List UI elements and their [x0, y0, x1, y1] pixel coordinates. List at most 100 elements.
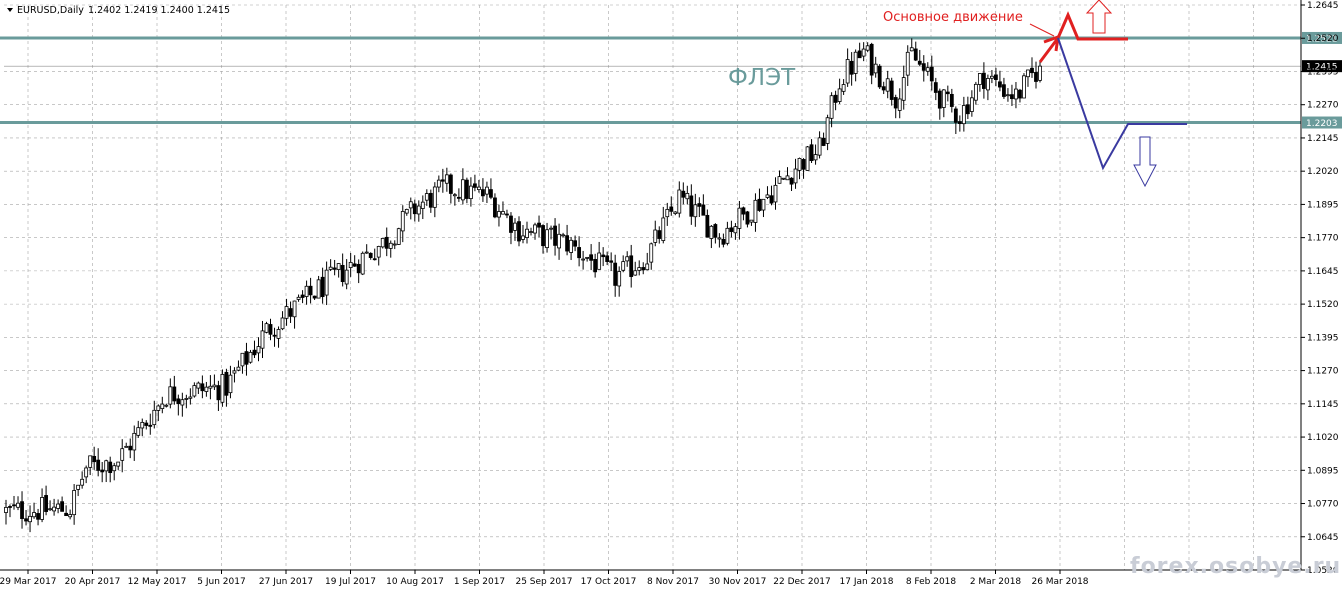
candle-body — [452, 194, 457, 197]
candle-body — [404, 209, 409, 214]
candle-body — [276, 329, 281, 339]
candle-body — [192, 385, 197, 397]
candle-body — [1026, 69, 1030, 78]
y-tick-label: 1.1395 — [1307, 333, 1339, 343]
candle-body — [877, 65, 882, 88]
candle-body — [701, 204, 706, 216]
candle-body — [497, 211, 501, 218]
watermark: forex.osobye.ru — [1130, 554, 1341, 579]
candle-body — [641, 267, 646, 271]
candle-body — [272, 334, 277, 337]
candle-body — [232, 370, 237, 374]
candle-body — [937, 90, 942, 109]
candle-body — [889, 80, 894, 100]
y-tick-label: 1.0770 — [1307, 500, 1339, 510]
candle-body — [557, 233, 561, 249]
x-tick-label: 25 Sep 2017 — [515, 577, 572, 587]
candle-body — [444, 174, 449, 184]
candle-body — [741, 207, 746, 215]
candle-body — [693, 204, 698, 218]
candle-body — [769, 195, 774, 204]
candle-body — [236, 366, 241, 371]
candle-body — [228, 374, 233, 394]
candle-body — [376, 246, 381, 258]
candle-body — [509, 215, 513, 233]
candle-body — [561, 234, 565, 237]
candle-body — [577, 247, 582, 259]
candle-body — [677, 189, 682, 214]
candle-body — [917, 60, 922, 65]
x-tick-label: 5 Jun 2017 — [197, 577, 245, 587]
candle-body — [553, 225, 557, 246]
candle-body — [244, 351, 249, 365]
candle-body — [296, 296, 301, 300]
candle-body — [657, 230, 662, 239]
candle-body — [597, 252, 602, 270]
candle-body — [869, 43, 874, 76]
price-chart[interactable]: 1.25211.22031.2415 1.26451.25201.23951.2… — [0, 0, 1344, 593]
candle-body — [777, 176, 782, 184]
candle-body — [897, 98, 902, 111]
candle-body — [633, 270, 638, 276]
candle-body — [737, 207, 742, 229]
candle-body — [8, 506, 12, 508]
candle-body — [288, 308, 293, 317]
candle-body — [949, 93, 954, 107]
candle-body — [933, 82, 938, 93]
x-tick-label: 29 Mar 2017 — [0, 577, 57, 587]
candle-body — [749, 219, 754, 223]
candle-body — [1038, 65, 1042, 81]
candle-body — [585, 256, 590, 259]
candle-body — [52, 506, 56, 512]
candle-body — [48, 508, 52, 511]
candle-body — [344, 269, 349, 285]
candle-body — [132, 432, 137, 451]
x-tick-label: 10 Aug 2017 — [386, 577, 444, 587]
candle-body — [224, 371, 229, 396]
candle-body — [893, 97, 898, 109]
candle-body — [857, 50, 862, 59]
candle-body — [260, 330, 265, 349]
candle-body — [68, 514, 73, 518]
candle-body — [473, 183, 477, 188]
candle-body — [841, 84, 846, 92]
candle-body — [44, 495, 48, 512]
candle-body — [372, 258, 377, 261]
candle-body — [348, 261, 353, 268]
candle-body — [953, 108, 958, 123]
candle-body — [28, 515, 32, 523]
candle-body — [304, 285, 309, 297]
y-tick-label: 1.1145 — [1307, 400, 1339, 410]
candle-body — [144, 422, 149, 426]
candle-body — [489, 189, 493, 198]
candle-body — [925, 67, 930, 72]
candle-body — [729, 227, 734, 232]
candle-body — [248, 351, 253, 363]
candle-body — [885, 78, 890, 92]
candle-body — [765, 194, 770, 198]
candle-body — [513, 222, 517, 231]
candle-body — [88, 455, 93, 468]
candle-body — [569, 239, 573, 253]
candle-body — [481, 189, 485, 197]
candle-body — [116, 461, 121, 467]
candle-body — [501, 211, 505, 215]
candle-body — [673, 211, 678, 214]
y-tick-label: 1.1270 — [1307, 367, 1339, 377]
candle-body — [316, 279, 321, 299]
y-tick-label: 1.2270 — [1307, 101, 1339, 111]
candle-body — [468, 185, 473, 200]
candle-body — [4, 506, 8, 513]
candle-body — [408, 201, 413, 209]
candle-body — [24, 518, 28, 522]
candle-body — [785, 175, 790, 181]
candle-body — [300, 294, 305, 298]
candle-body — [164, 404, 169, 407]
candle-body — [717, 237, 722, 240]
y-tick-label: 1.2395 — [1307, 67, 1339, 77]
candle-body — [941, 89, 946, 108]
y-tick-label: 1.0645 — [1307, 533, 1339, 543]
candle-body — [56, 503, 61, 509]
candle-body — [168, 386, 173, 405]
candle-body — [837, 88, 842, 102]
